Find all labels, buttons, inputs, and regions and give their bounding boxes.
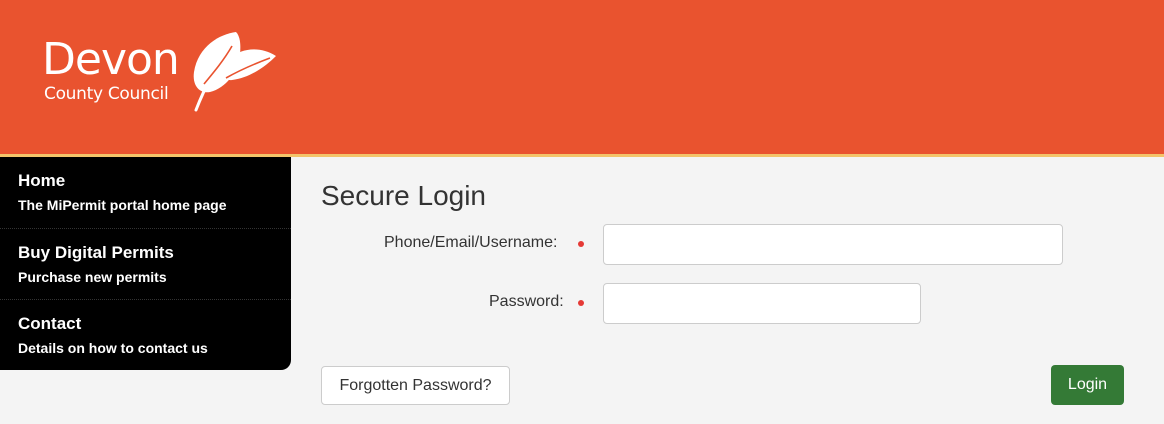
password-input[interactable]	[603, 283, 921, 324]
site-header: Devon County Council	[0, 0, 1164, 154]
login-button[interactable]: Login	[1051, 365, 1124, 405]
forgotten-password-button[interactable]: Forgotten Password?	[321, 366, 510, 405]
required-marker	[578, 300, 584, 306]
nav-item-subtitle: Purchase new permits	[18, 269, 167, 285]
nav-item-buy-digital-permits[interactable]: Buy Digital Permits Purchase new permits	[0, 228, 291, 299]
nav-item-title: Home	[18, 171, 66, 190]
logo-devon-text: Devon	[42, 34, 180, 85]
nav-item-contact[interactable]: Contact Details on how to contact us	[0, 299, 291, 370]
password-label: Password:	[489, 293, 564, 310]
nav-item-home[interactable]: Home The MiPermit portal home page	[0, 157, 291, 228]
nav-item-title: Buy Digital Permits	[18, 243, 174, 262]
page-title: Secure Login	[321, 180, 487, 211]
required-marker	[578, 241, 584, 247]
username-input[interactable]	[603, 224, 1063, 265]
nav-item-title: Contact	[18, 314, 82, 333]
leaf-icon	[193, 32, 276, 112]
devon-logo[interactable]: Devon County Council	[42, 28, 282, 118]
nav-item-subtitle: The MiPermit portal home page	[18, 197, 227, 213]
logo-county-council-text: County Council	[44, 84, 169, 104]
sidebar-nav: Home The MiPermit portal home page Buy D…	[0, 157, 291, 370]
username-label: Phone/Email/Username:	[384, 234, 558, 251]
nav-item-subtitle: Details on how to contact us	[18, 340, 208, 356]
